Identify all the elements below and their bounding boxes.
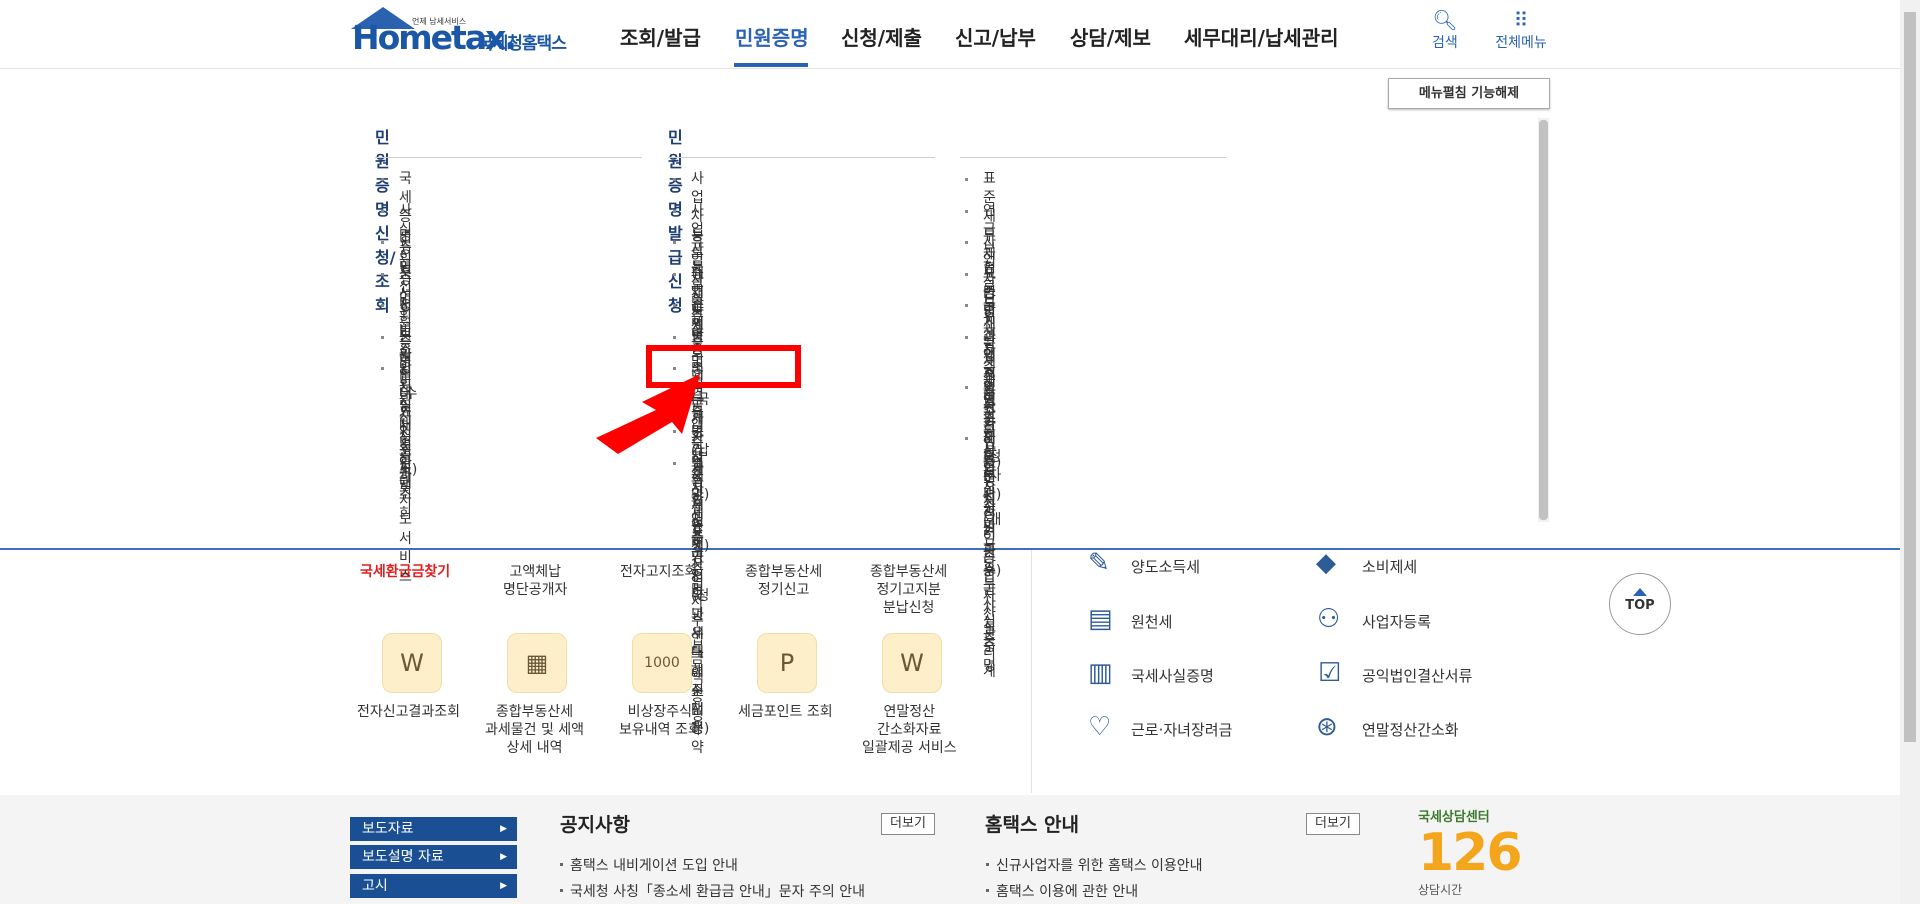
center-number: 126 [1418,823,1523,883]
tax-withholding[interactable]: 원천세 [1131,611,1172,632]
menu-item[interactable]: 근로(자녀)장려금 수급사실 증명 [959,429,1001,676]
search-icon: 🔍︎ [1432,8,1458,32]
arrow-up-icon [1633,588,1647,596]
notice-item[interactable]: 홈택스 내비게이션 도입 안내 [558,855,738,875]
tax-year-end-simplified[interactable]: 연말정산간소화 [1362,719,1459,740]
nav-tax-agent[interactable]: 세무대리/납세관리 [1184,22,1339,51]
menu-item-continued[interactable]: 종합저축 가입 및 과세특례 신청용) [667,473,709,739]
notice-item[interactable]: 국세청 사칭「종소세 환급금 안내」문자 주의 안내 [558,881,865,901]
section-divider [1031,548,1032,793]
quick-comprehensive-installment[interactable]: 종합부동산세 정기고지분 분납신청 [870,563,947,617]
logo-korean[interactable]: 국세청홈택스 [478,29,567,54]
quick-comprehensive-report[interactable]: 종합부동산세 정기신고 [745,563,822,599]
quick-e-report-result[interactable]: 전자신고결과조회 [357,703,460,721]
tax-fact-certificate[interactable]: 국세사실증명 [1131,665,1214,686]
year-end-settle-icon: ⊛ [1316,712,1338,742]
col2-divider [668,157,935,158]
guide-title: 홈택스 안내 [985,814,1080,836]
tax-consult-center[interactable]: 국세상담센터 126 상담시간 [1418,806,1523,904]
mega-menu [0,69,1900,550]
search-button[interactable]: 🔍︎ 검색 [1432,8,1458,52]
press-release-button[interactable]: 보도자료 [350,817,517,841]
scroll-top-button[interactable]: TOP [1609,573,1671,635]
col3-divider [960,157,1227,158]
user-icon: ⚇ [1317,604,1341,634]
menu-expand-disable-button[interactable]: 메뉴펼침 기능해제 [1388,78,1550,109]
guide-more-button[interactable]: 더보기 [1306,813,1360,835]
notice-more-button[interactable]: 더보기 [881,813,935,835]
quick-tax-point[interactable]: 세금포인트 조회 [738,703,833,721]
quick-high-delinquent[interactable]: 고액체납 명단공개자 [503,563,567,599]
guide-item[interactable]: 홈택스 이용에 관한 안내 [984,881,1138,901]
nav-active-indicator [734,63,808,67]
notice-title: 공지사항 [560,814,630,836]
e-report-result-icon[interactable]: W [382,633,442,693]
footer-area [0,795,1900,904]
document-icon: ▥ [1088,658,1113,688]
grid-icon: ⠿ [1513,8,1529,32]
notice-gosi-button[interactable]: 고시 [350,874,517,898]
nav-consult[interactable]: 상담/제보 [1070,22,1151,51]
tax-transfer-income[interactable]: 양도소득세 [1131,556,1200,577]
quick-property-details[interactable]: 종합부동산세 과세물건 및 세액 상세 내역 [485,703,584,757]
tax-business-registration[interactable]: 사업자등록 [1362,611,1431,632]
calendar-icon[interactable]: ▦ [507,633,567,693]
clipboard-check-icon: ☑ [1318,658,1342,688]
mega-scrollbar-thumb[interactable] [1539,120,1548,520]
tax-public-corp[interactable]: 공익법인결산서류 [1362,665,1472,686]
nav-civil-certificate[interactable]: 민원증명 [735,22,809,51]
red-arrow-icon [596,374,700,454]
nav-application[interactable]: 신청/제출 [841,22,922,51]
tax-consumption[interactable]: 소비제세 [1362,556,1417,577]
guide-item[interactable]: 신규사업자를 위한 홈택스 이용안내 [984,855,1203,875]
tax-earned-income-credit[interactable]: 근로·자녀장려금 [1131,719,1232,740]
header: Hometax. 언제 남세서비스 국세청홈택스 조회/발급 민원증명 신청/제… [0,0,1900,69]
nav-report-payment[interactable]: 신고/납부 [955,22,1036,51]
all-menu-button[interactable]: ⠿ 전체메뉴 [1489,8,1553,52]
year-end-icon[interactable]: W [882,633,942,693]
nav-inquiry[interactable]: 조회/발급 [620,22,701,51]
transfer-tax-icon: ✎ [1088,548,1110,578]
col1-divider [375,157,642,158]
diamond-icon: ◆ [1316,548,1336,578]
withholding-icon: ▤ [1088,604,1113,634]
tax-point-bag-icon[interactable]: P [757,633,817,693]
logo-slogan: 언제 남세서비스 [412,17,467,26]
heart-icon: ♡ [1088,712,1112,742]
menu-item[interactable]: 민원실대기인원지도서비스 [375,359,412,587]
window-scrollbar-thumb[interactable] [1904,12,1916,742]
quick-year-end-service[interactable]: 연말정산 간소화자료 일괄제공 서비스 [862,703,957,757]
press-explanation-button[interactable]: 보도설명 자료 [350,845,517,869]
